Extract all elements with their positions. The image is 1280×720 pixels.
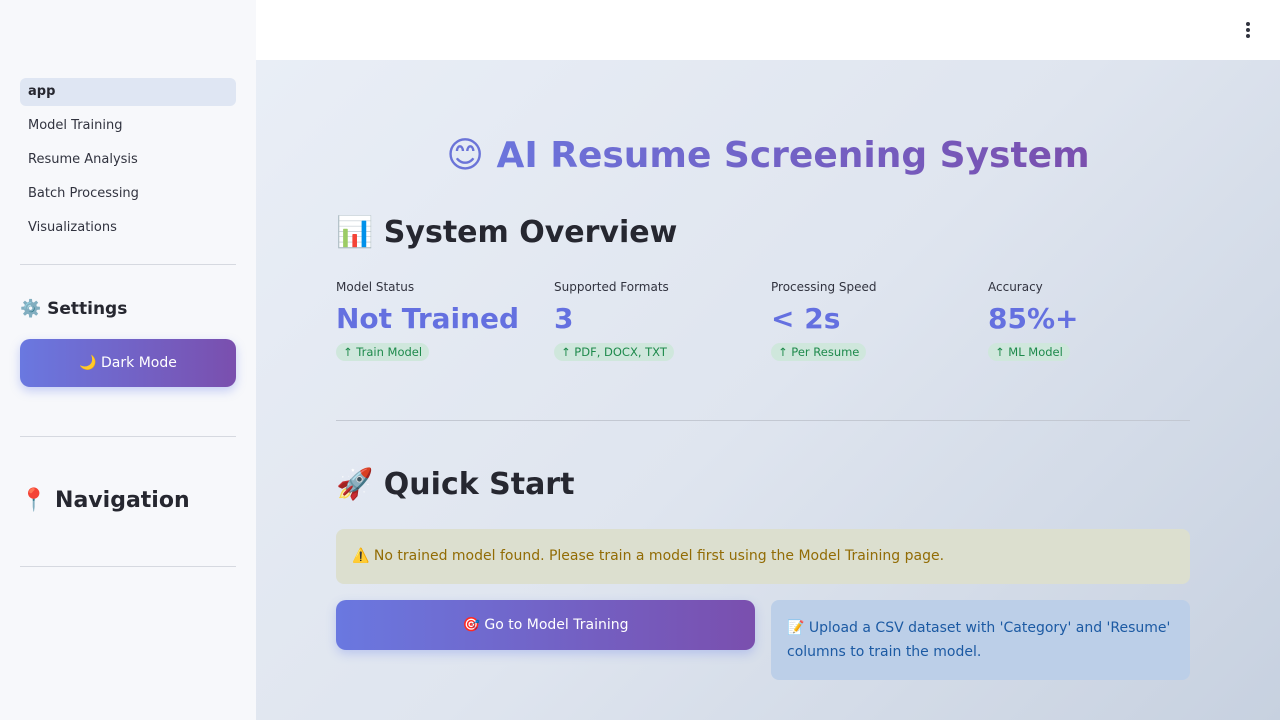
header-bar — [256, 0, 1280, 60]
dark-mode-button[interactable]: 🌙 Dark Mode — [20, 339, 236, 387]
sidebar-item-visualizations[interactable]: Visualizations — [20, 214, 236, 242]
navigation-header: 📍 Navigation — [20, 488, 190, 513]
metric-delta: ↑ Per Resume — [771, 343, 867, 361]
metric-label: Accuracy — [988, 280, 1043, 294]
page-title-text: AI Resume Screening System — [496, 135, 1090, 176]
metric-value: Not Trained — [336, 302, 520, 335]
warning-alert: ⚠️ No trained model found. Please train … — [336, 529, 1190, 584]
metric-value: < 2s — [771, 302, 841, 335]
metric-delta: ↑ ML Model — [988, 343, 1070, 361]
metric-label: Supported Formats — [554, 280, 669, 294]
sidebar-divider — [20, 566, 236, 567]
robot-face-icon: 😊 — [446, 135, 484, 176]
metric-model-status: Model Status Not Trained ↑ Train Model — [336, 280, 546, 361]
section-divider — [336, 420, 1190, 421]
info-alert: 📝 Upload a CSV dataset with 'Category' a… — [771, 600, 1190, 680]
metric-delta: ↑ PDF, DOCX, TXT — [554, 343, 674, 361]
sidebar-item-batch-processing[interactable]: Batch Processing — [20, 180, 236, 208]
metric-value: 3 — [554, 302, 574, 335]
main-content: 😊 AI Resume Screening System 📊 System Ov… — [256, 60, 1280, 720]
kebab-menu-icon[interactable] — [1240, 20, 1256, 40]
sidebar: app Model Training Resume Analysis Batch… — [0, 0, 256, 720]
metric-processing-speed: Processing Speed < 2s ↑ Per Resume — [771, 280, 981, 361]
sidebar-nav: app Model Training Resume Analysis Batch… — [20, 78, 236, 248]
page-title: 😊 AI Resume Screening System — [256, 135, 1280, 176]
metric-label: Model Status — [336, 280, 415, 294]
sidebar-item-app[interactable]: app — [20, 78, 236, 106]
metric-value: 85%+ — [988, 302, 1079, 335]
metric-delta: ↑ Train Model — [336, 343, 430, 361]
sidebar-item-model-training[interactable]: Model Training — [20, 112, 236, 140]
metric-accuracy: Accuracy 85%+ ↑ ML Model — [988, 280, 1198, 361]
quick-start-header: 🚀 Quick Start — [336, 467, 575, 502]
sidebar-divider — [20, 436, 236, 437]
metric-supported-formats: Supported Formats 3 ↑ PDF, DOCX, TXT — [554, 280, 764, 361]
metric-label: Processing Speed — [771, 280, 877, 294]
sidebar-item-resume-analysis[interactable]: Resume Analysis — [20, 146, 236, 174]
go-to-model-training-button[interactable]: 🎯 Go to Model Training — [336, 600, 755, 650]
system-overview-header: 📊 System Overview — [336, 215, 678, 250]
sidebar-divider — [20, 264, 236, 265]
settings-header: ⚙️ Settings — [20, 299, 128, 319]
